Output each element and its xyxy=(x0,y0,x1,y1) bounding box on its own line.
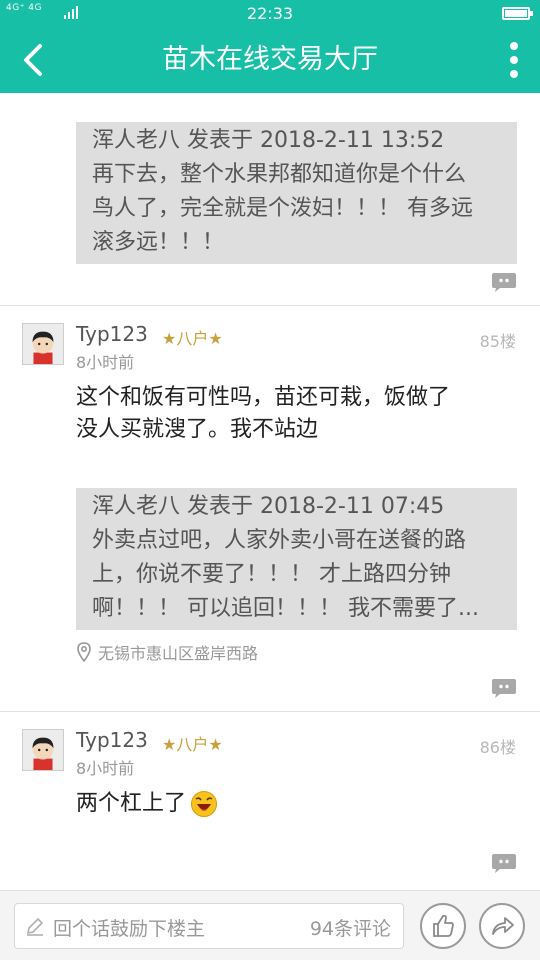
username[interactable]: Typ123 xyxy=(76,322,148,346)
floor-number: 85楼 xyxy=(479,332,516,351)
divider xyxy=(0,305,540,306)
battery-icon xyxy=(502,7,533,20)
comment-bubble-icon[interactable] xyxy=(491,853,517,873)
username[interactable]: Typ123 xyxy=(76,728,148,752)
location-text: 无锡市惠山区盛岸西路 xyxy=(98,644,259,663)
comment-bubble-icon[interactable] xyxy=(491,678,517,698)
post-location: 无锡市惠山区盛岸西路 xyxy=(76,640,258,664)
post-time: 8小时前 xyxy=(76,353,135,372)
comment-count[interactable]: 94条评论 xyxy=(310,914,391,941)
post-body: 两个杠上了 xyxy=(76,788,516,820)
location-pin-icon xyxy=(77,642,91,662)
share-arrow-icon xyxy=(492,917,514,935)
page-title: 苗木在线交易大厅 xyxy=(162,44,378,75)
reply-placeholder: 回个话鼓励下楼主 xyxy=(53,918,206,940)
post-body: 这个和饭有可性吗，苗还可栽，饭做了 没人买就溲了。我不站边 xyxy=(76,385,451,442)
avatar[interactable] xyxy=(22,729,64,771)
app-bar: 苗木在线交易大厅 xyxy=(0,28,540,93)
quoted-reply: 浑人老八 发表于 2018-2-11 07:45 外卖点过吧，人家外卖小哥在送餐… xyxy=(76,488,517,630)
status-bar: 4G⁺ 4G 22:33 xyxy=(0,0,540,28)
floor-number: 86楼 xyxy=(479,738,516,757)
laughing-emoji-icon xyxy=(191,791,218,817)
avatar-boy-icon xyxy=(32,331,54,364)
thumbs-up-icon xyxy=(433,914,454,937)
reply-input[interactable]: 回个话鼓励下楼主 94条评论 xyxy=(14,903,404,949)
pencil-icon xyxy=(26,917,44,936)
user-rank-badge: ★八户★ xyxy=(162,735,223,754)
more-vertical-icon[interactable] xyxy=(504,40,524,80)
avatar-boy-icon xyxy=(32,737,54,770)
user-rank-badge: ★八户★ xyxy=(162,329,223,348)
share-button[interactable] xyxy=(479,903,525,949)
avatar[interactable] xyxy=(22,323,64,365)
post-time: 8小时前 xyxy=(76,759,135,778)
quoted-reply: 浑人老八 发表于 2018-2-11 13:52 再下去，整个水果邦都知道你是个… xyxy=(76,122,517,264)
bottom-bar: 回个话鼓励下楼主 94条评论 xyxy=(0,890,540,960)
clock: 22:33 xyxy=(246,4,294,23)
divider xyxy=(0,711,540,712)
post-body-text: 两个杠上了 xyxy=(76,791,187,816)
like-button[interactable] xyxy=(420,903,466,949)
comment-bubble-icon[interactable] xyxy=(491,272,517,292)
